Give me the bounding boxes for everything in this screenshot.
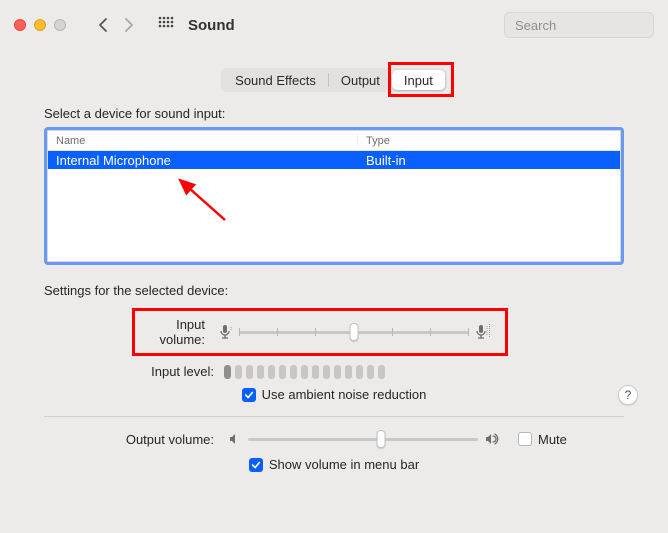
show-volume-menubar-label: Show volume in menu bar — [269, 457, 419, 472]
tab-input[interactable]: Input — [392, 70, 445, 90]
page-title: Sound — [188, 17, 235, 34]
show-all-icon[interactable] — [158, 16, 174, 35]
select-device-label: Select a device for sound input: — [44, 106, 668, 121]
mute-checkbox[interactable] — [518, 432, 532, 446]
input-volume-slider[interactable] — [239, 324, 469, 340]
output-volume-label: Output volume: — [0, 432, 222, 447]
speaker-low-icon — [228, 432, 242, 446]
zoom-window-button-disabled — [54, 19, 66, 31]
ambient-noise-checkbox[interactable] — [242, 388, 256, 402]
column-type[interactable]: Type — [358, 135, 620, 147]
mic-low-icon — [219, 324, 233, 341]
column-name[interactable]: Name — [48, 135, 358, 147]
back-button[interactable] — [90, 12, 116, 38]
tab-segmented-control: Sound Effects Output Input — [221, 68, 447, 92]
device-table-highlight: Name Type Internal Microphone Built-in — [44, 127, 624, 265]
mute-label: Mute — [538, 432, 567, 447]
input-level-meter — [222, 365, 476, 379]
annotation-highlight-input-volume: Input volume: — [132, 308, 508, 356]
toolbar: Sound — [0, 0, 668, 50]
input-device-table[interactable]: Name Type Internal Microphone Built-in — [47, 130, 621, 262]
search-input[interactable] — [515, 18, 668, 33]
tab-sound-effects[interactable]: Sound Effects — [223, 70, 328, 90]
tab-output[interactable]: Output — [329, 70, 392, 90]
divider — [44, 416, 624, 417]
forward-button-disabled — [116, 12, 142, 38]
search-field[interactable] — [504, 12, 654, 38]
output-volume-slider[interactable] — [248, 431, 478, 447]
ambient-noise-label: Use ambient noise reduction — [262, 387, 427, 402]
settings-heading: Settings for the selected device: — [44, 283, 668, 298]
help-button[interactable]: ? — [618, 385, 638, 405]
table-header: Name Type — [48, 131, 620, 151]
device-name-cell: Internal Microphone — [48, 153, 358, 168]
input-volume-label: Input volume: — [143, 317, 213, 347]
window-controls — [14, 19, 66, 31]
mic-high-icon — [475, 324, 491, 341]
speaker-high-icon — [484, 432, 502, 446]
device-type-cell: Built-in — [358, 153, 620, 168]
show-volume-menubar-checkbox[interactable] — [249, 458, 263, 472]
input-level-label: Input level: — [0, 364, 222, 379]
minimize-window-button[interactable] — [34, 19, 46, 31]
close-window-button[interactable] — [14, 19, 26, 31]
tabs-row: Sound Effects Output Input — [0, 68, 668, 92]
table-row[interactable]: Internal Microphone Built-in — [48, 151, 620, 169]
